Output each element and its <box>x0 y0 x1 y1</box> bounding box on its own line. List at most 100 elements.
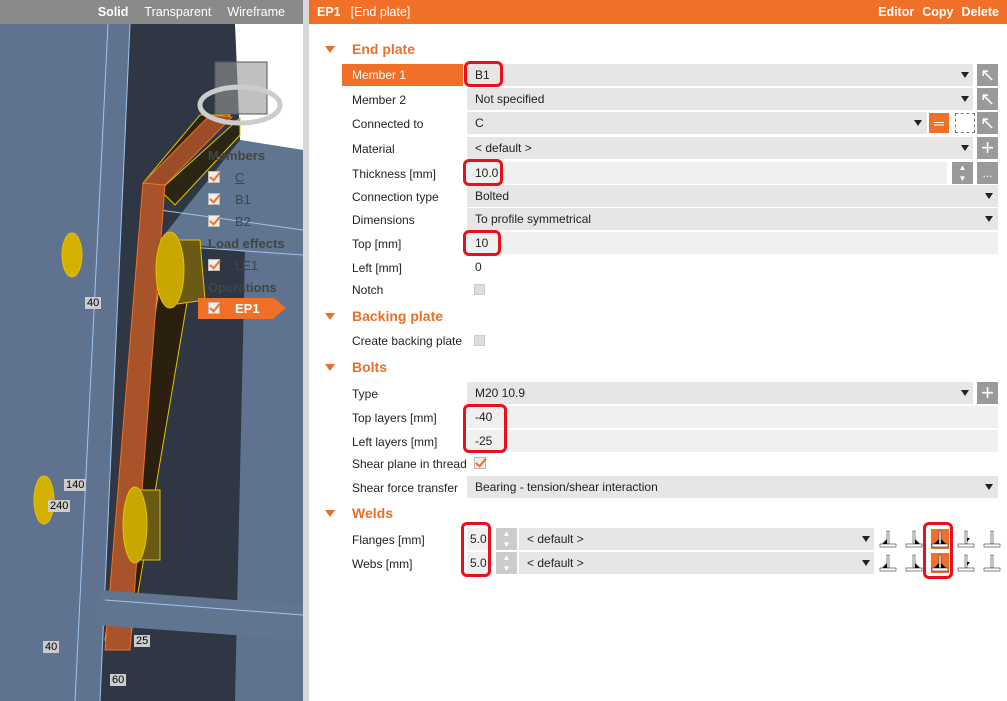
delete-button[interactable]: Delete <box>961 5 999 19</box>
weld-shape-side-icon[interactable] <box>957 553 975 573</box>
chevron-down-icon <box>985 216 993 222</box>
chevron-down-icon <box>862 560 870 566</box>
webs-label: Webs [mm] <box>352 557 413 571</box>
tree-item-ep1-selected[interactable]: EP1 <box>198 298 286 319</box>
dimension-label: 140 <box>64 479 87 491</box>
shear-force-label: Shear force transfer <box>352 481 459 495</box>
tree-item-le1[interactable]: LE1 <box>235 258 258 273</box>
add-icon[interactable]: + <box>977 382 998 404</box>
connected-to-select[interactable]: C <box>467 112 927 134</box>
dimensions-value: To profile symmetrical <box>475 212 592 226</box>
operation-title: [End plate] <box>350 5 411 19</box>
member2-select[interactable]: Not specified <box>467 88 973 110</box>
section-backing-plate: Backing plate <box>352 308 444 324</box>
highlight <box>464 61 503 87</box>
dimension-label: 40 <box>85 297 102 309</box>
pick-cursor-icon[interactable]: ↖ <box>977 88 998 110</box>
collapse-icon[interactable] <box>325 46 335 53</box>
stepper[interactable]: ▲ ▼ <box>952 162 973 184</box>
section-bolts: Bolts <box>352 359 387 375</box>
mode-transparent[interactable]: Transparent <box>144 5 211 19</box>
highlight <box>461 522 491 577</box>
chevron-down-icon <box>961 145 969 151</box>
member1-label: Member 1 <box>342 64 463 86</box>
top-label: Top [mm] <box>352 237 402 251</box>
weld-shape-right-icon[interactable] <box>905 529 923 549</box>
mode-solid[interactable]: Solid <box>98 5 129 19</box>
editor-button[interactable]: Editor <box>878 5 914 19</box>
checkbox-b1[interactable] <box>208 193 220 205</box>
chevron-down-icon <box>985 484 993 490</box>
left-label: Left [mm] <box>352 261 403 275</box>
mode-wireframe[interactable]: Wireframe <box>227 5 285 19</box>
bolt-type-label: Type <box>352 387 379 401</box>
copy-button[interactable]: Copy <box>922 5 953 19</box>
chevron-down-icon <box>961 96 969 102</box>
top-layers-input[interactable]: -40 <box>467 406 998 428</box>
tree-item-b2[interactable]: B2 <box>235 214 251 229</box>
splitter[interactable] <box>303 0 309 701</box>
highlight <box>463 230 501 256</box>
connection-type-label: Connection type <box>352 190 439 204</box>
weld-shape-none-icon[interactable] <box>983 553 1001 573</box>
left-layers-input[interactable]: -25 <box>467 430 998 452</box>
weld-shape-left-icon[interactable] <box>879 529 897 549</box>
tree-group-operations[interactable]: Operations <box>208 280 277 295</box>
tree-item-c[interactable]: C <box>235 170 244 185</box>
shear-force-select[interactable]: Bearing - tension/shear interaction <box>467 476 998 498</box>
thickness-input[interactable]: 10.0 <box>467 162 947 184</box>
flanges-weld-type-value: < default > <box>527 532 584 546</box>
connection-type-value: Bolted <box>475 189 510 203</box>
webs-weld-type-value: < default > <box>527 556 584 570</box>
dimension-label: 40 <box>43 641 60 653</box>
checkbox-c[interactable] <box>208 171 220 183</box>
flanges-weld-type-select[interactable]: < default > <box>519 528 874 550</box>
web-connection-icon[interactable] <box>955 113 975 133</box>
collapse-icon[interactable] <box>325 313 335 320</box>
shear-plane-label: Shear plane in thread <box>352 457 467 471</box>
thickness-label: Thickness [mm] <box>352 167 437 181</box>
pick-cursor-icon[interactable]: ↖ <box>977 112 998 134</box>
dimension-label: 240 <box>48 500 71 512</box>
member1-select[interactable]: B1 <box>467 64 973 86</box>
tree-item-b1[interactable]: B1 <box>235 192 251 207</box>
create-backing-plate-checkbox[interactable] <box>474 335 485 346</box>
checkbox-ep1[interactable] <box>208 302 220 314</box>
flange-connection-icon[interactable]: ═ <box>929 113 949 133</box>
left-input[interactable]: 0 <box>467 256 998 278</box>
connection-type-select[interactable]: Bolted <box>467 185 998 207</box>
chevron-down-icon <box>961 72 969 78</box>
section-welds: Welds <box>352 505 393 521</box>
bolt-type-select[interactable]: M20 10.9 <box>467 382 973 404</box>
dimension-label: 25 <box>134 635 151 647</box>
weld-shape-side-icon[interactable] <box>957 529 975 549</box>
collapse-icon[interactable] <box>325 510 335 517</box>
tree-group-members[interactable]: Members <box>208 148 265 163</box>
weld-shape-none-icon[interactable] <box>983 529 1001 549</box>
dimensions-select[interactable]: To profile symmetrical <box>467 208 998 230</box>
dimension-label: 60 <box>110 674 127 686</box>
checkbox-b2[interactable] <box>208 215 220 227</box>
add-icon[interactable]: + <box>977 137 998 159</box>
shear-plane-checkbox[interactable] <box>474 457 486 469</box>
checkbox-le1[interactable] <box>208 259 220 271</box>
tree-group-load-effects[interactable]: Load effects <box>208 236 285 251</box>
pick-cursor-icon[interactable]: ↖ <box>977 64 998 86</box>
material-value: < default > <box>475 141 532 155</box>
left-layers-label: Left layers [mm] <box>352 435 438 449</box>
stepper[interactable]: ▲ ▼ <box>496 528 517 550</box>
dimensions-label: Dimensions <box>352 213 415 227</box>
weld-shape-left-icon[interactable] <box>879 553 897 573</box>
member2-value: Not specified <box>475 92 545 106</box>
notch-checkbox[interactable] <box>474 284 485 295</box>
collapse-icon[interactable] <box>325 364 335 371</box>
material-select[interactable]: < default > <box>467 137 973 159</box>
webs-weld-type-select[interactable]: < default > <box>519 552 874 574</box>
weld-shape-right-icon[interactable] <box>905 553 923 573</box>
more-button[interactable]: ... <box>977 162 998 184</box>
operation-id: EP1 <box>317 5 341 19</box>
3d-viewport[interactable]: Solid Transparent Wireframe Members C B1… <box>0 0 303 701</box>
stepper[interactable]: ▲ ▼ <box>496 552 517 574</box>
connected-to-label: Connected to <box>352 117 424 131</box>
top-input[interactable]: 10 <box>467 232 998 254</box>
